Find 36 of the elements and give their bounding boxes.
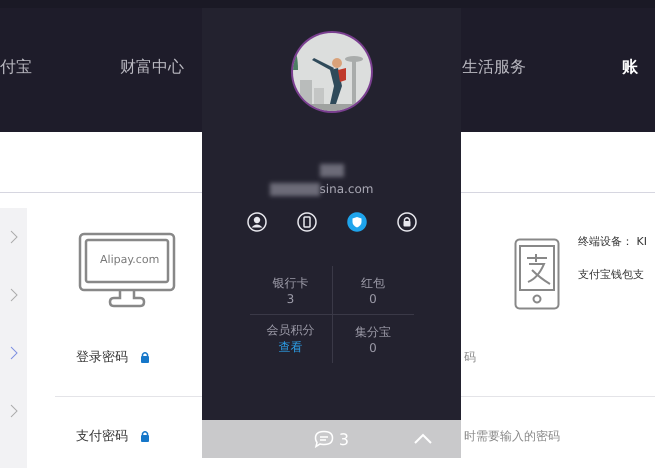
shield-icon[interactable] (346, 212, 366, 232)
wallet-text: 支付宝钱包支 (578, 267, 645, 282)
stat-value: 3 (286, 292, 294, 306)
nav-link[interactable]: 账 (622, 56, 638, 78)
chat-icon[interactable] (314, 430, 334, 448)
chevron-icon[interactable] (10, 288, 18, 302)
row-description: 时需要输入的密码 (464, 428, 560, 444)
user-icon[interactable] (246, 212, 266, 232)
email-text: sina.com (320, 182, 374, 196)
stat-value: 0 (369, 340, 377, 354)
caret-icon[interactable] (413, 433, 433, 445)
row-title: 支付密码 (76, 428, 129, 445)
blurred-text (270, 182, 320, 196)
chevron-icon[interactable] (10, 346, 18, 360)
nav-link[interactable]: 付宝 (0, 56, 32, 78)
stat-label: 会员积分 (266, 322, 314, 339)
device-label: 终端设备： KI (578, 234, 647, 249)
chevron-icon[interactable] (10, 230, 18, 244)
nav-link[interactable]: 生活服务 (462, 56, 526, 78)
blurred-name (320, 164, 344, 177)
stat-label: 银行卡 (272, 274, 308, 292)
row-title: 登录密码 (76, 349, 129, 366)
phone-icon (514, 238, 560, 310)
lock-icon[interactable] (396, 212, 416, 232)
stat-label: 集分宝 (355, 324, 391, 340)
stat-value: 0 (369, 292, 377, 306)
stat-label: 红包 (361, 274, 385, 292)
monitor-icon (78, 232, 176, 310)
lock-icon (140, 430, 150, 442)
monitor-label: Alipay.com (100, 253, 160, 266)
view-link[interactable]: 查看 (278, 339, 302, 356)
phone-icon[interactable] (296, 212, 316, 232)
lock-icon (140, 351, 150, 363)
chevron-icon[interactable] (10, 404, 18, 418)
nav-link[interactable]: 财富中心 (120, 56, 184, 78)
row-description: 码 (464, 348, 476, 366)
